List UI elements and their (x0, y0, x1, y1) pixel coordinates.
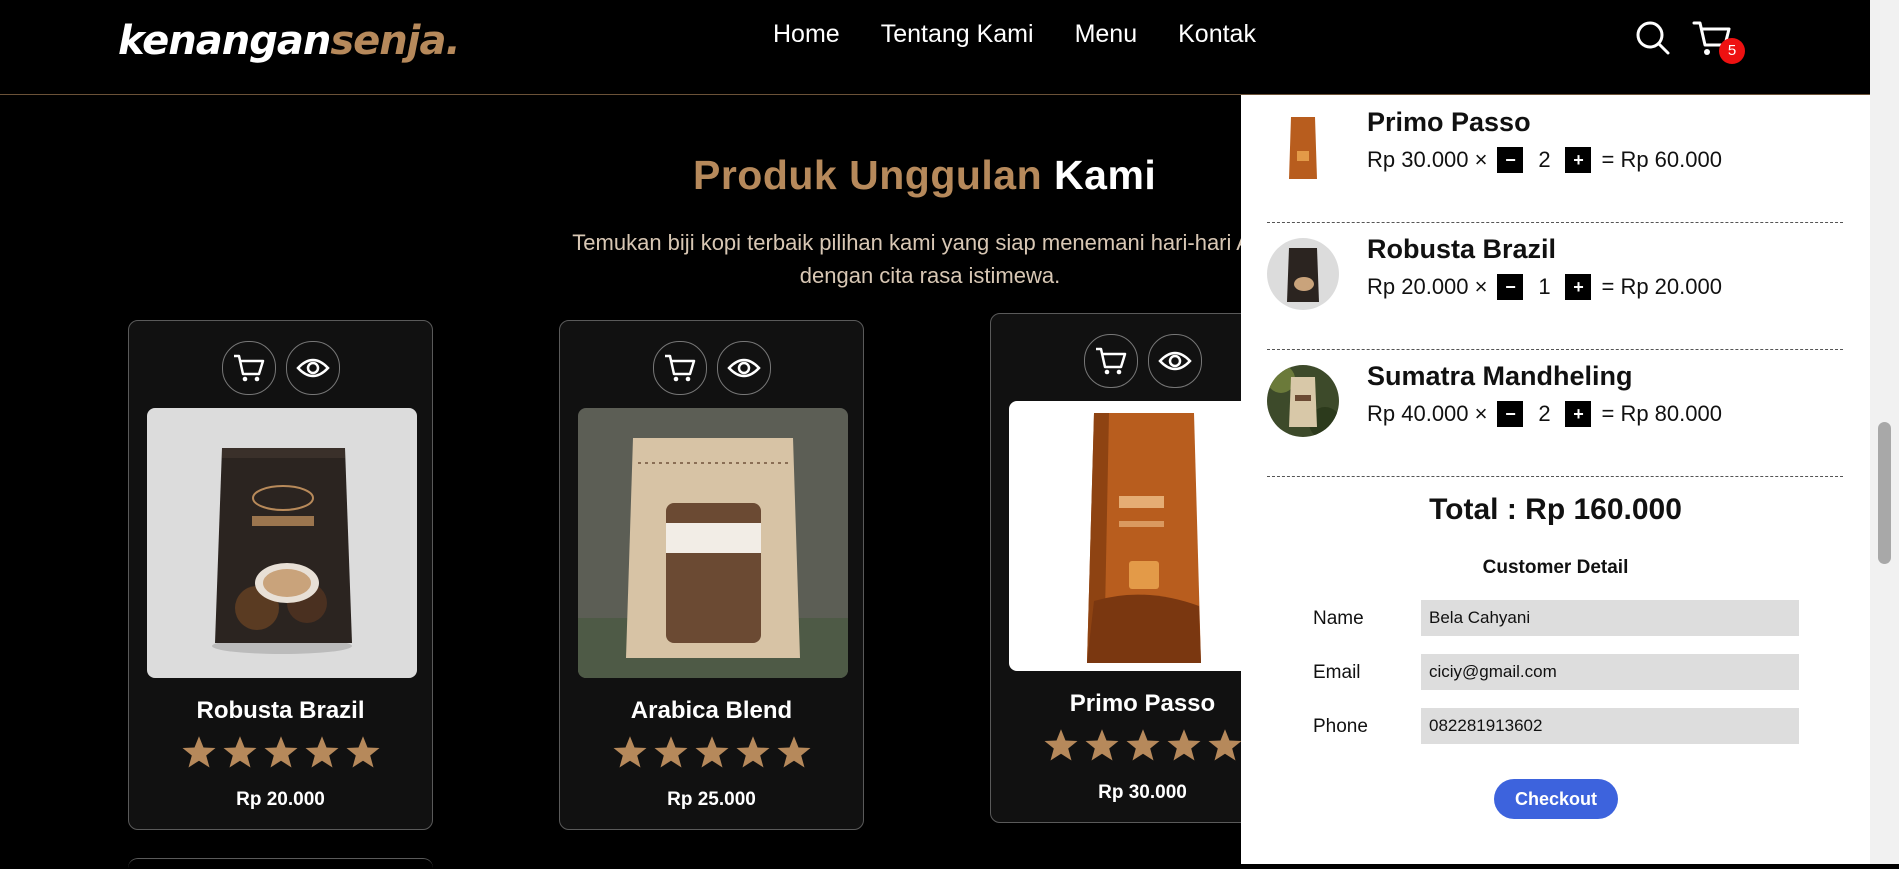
eye-icon (1157, 351, 1192, 371)
decrease-qty-button[interactable]: − (1497, 401, 1524, 427)
cart-item-unit-price: Rp 40.000 × (1367, 401, 1488, 426)
star-icon (1126, 729, 1159, 761)
increase-qty-button[interactable]: + (1565, 274, 1592, 300)
logo[interactable]: kenangansenja. (118, 18, 461, 64)
product-price: Rp 25.000 (667, 789, 756, 810)
email-label: Email (1313, 662, 1361, 683)
nav-kontak[interactable]: Kontak (1178, 20, 1256, 49)
decrease-qty-button[interactable]: − (1497, 274, 1524, 300)
eye-icon (726, 358, 761, 378)
cart-icon (233, 354, 264, 382)
search-icon[interactable] (1635, 20, 1671, 56)
cart-item-line: Rp 40.000 × − 2 + = Rp 80.000 (1367, 401, 1722, 427)
card-actions (560, 341, 863, 395)
star-icon (223, 736, 256, 768)
cart-item-line: Rp 20.000 × − 1 + = Rp 20.000 (1367, 274, 1722, 300)
cart-item-line: Rp 30.000 × − 2 + = Rp 60.000 (1367, 147, 1722, 173)
product-card: Arabica Blend Rp 25.000 (559, 320, 864, 830)
product-name: Robusta Brazil (196, 697, 365, 724)
site-header: kenangansenja. Home Tentang Kami Menu Ko… (0, 0, 1870, 95)
star-icon (1167, 729, 1200, 761)
section-subtitle: Temukan biji kopi terbaik pilihan kami y… (572, 230, 1288, 288)
rating-stars (129, 734, 432, 770)
star-icon (695, 736, 728, 768)
main-nav: Home Tentang Kami Menu Kontak (773, 20, 1256, 49)
nav-home[interactable]: Home (773, 20, 840, 49)
page-scrollbar[interactable] (1870, 0, 1899, 864)
card-actions (129, 341, 432, 395)
star-icon (736, 736, 769, 768)
increase-qty-button[interactable]: + (1565, 401, 1592, 427)
shopping-cart-panel: Primo Passo Rp 30.000 × − 2 + = Rp 60.00… (1241, 95, 1870, 864)
cart-item-qty: 1 (1538, 274, 1551, 299)
section-title-rest: Kami (1042, 152, 1157, 198)
name-field[interactable] (1421, 600, 1799, 636)
name-label: Name (1313, 608, 1364, 629)
cart-item-unit-price: Rp 20.000 × (1367, 274, 1488, 299)
add-to-cart-button[interactable] (652, 341, 707, 395)
star-icon (1044, 729, 1077, 761)
cart-item-subtotal: = Rp 80.000 (1601, 401, 1722, 426)
section-title-accent: Produk Unggulan (693, 152, 1043, 198)
cart-item-image (1267, 111, 1339, 183)
cart-icon (664, 354, 695, 382)
view-detail-button[interactable] (285, 341, 340, 395)
nav-tentang-kami[interactable]: Tentang Kami (881, 20, 1034, 49)
add-to-cart-button[interactable] (221, 341, 276, 395)
cart-item-unit-price: Rp 30.000 × (1367, 147, 1488, 172)
product-name: Arabica Blend (630, 697, 793, 724)
section-title: Produk Unggulan Kami (693, 152, 1156, 199)
star-icon (1208, 729, 1241, 761)
cart-item-name: Sumatra Mandheling (1367, 361, 1633, 391)
eye-icon (295, 358, 330, 378)
cart-item: Sumatra Mandheling Rp 40.000 × − 2 + = R… (1267, 349, 1843, 477)
product-image-primo-passo[interactable] (1009, 401, 1279, 671)
cart-item-qty: 2 (1538, 401, 1551, 426)
star-icon (182, 736, 215, 768)
nav-menu[interactable]: Menu (1075, 20, 1138, 49)
cart-item: Primo Passo Rp 30.000 × − 2 + = Rp 60.00… (1267, 95, 1843, 223)
cart-item-subtotal: = Rp 20.000 (1601, 274, 1722, 299)
view-detail-button[interactable] (1147, 334, 1202, 388)
view-detail-button[interactable] (716, 341, 771, 395)
star-icon (1085, 729, 1118, 761)
star-icon (346, 736, 379, 768)
product-card: Robusta Brazil Rp 20.000 (128, 320, 433, 830)
product-price: Rp 20.000 (236, 789, 325, 810)
customer-detail-title: Customer Detail (1482, 557, 1629, 578)
cart-item-image (1267, 238, 1339, 310)
cart-item-qty: 2 (1538, 147, 1551, 172)
star-icon (305, 736, 338, 768)
logo-text: kenangan (118, 18, 331, 64)
logo-accent-text: senja. (330, 18, 460, 64)
checkout-button[interactable]: Checkout (1494, 779, 1618, 819)
decrease-qty-button[interactable]: − (1497, 147, 1524, 173)
cart-item-name: Primo Passo (1367, 107, 1531, 137)
add-to-cart-button[interactable] (1083, 334, 1138, 388)
star-icon (264, 736, 297, 768)
cart-item-subtotal: = Rp 60.000 (1601, 147, 1722, 172)
product-image-arabica-blend[interactable] (578, 408, 848, 678)
phone-field[interactable] (1421, 708, 1799, 744)
cart-item: Robusta Brazil Rp 20.000 × − 1 + = Rp 20… (1267, 222, 1843, 350)
cart-item-image (1267, 365, 1339, 437)
cart-count-badge: 5 (1719, 38, 1745, 64)
email-field[interactable] (1421, 654, 1799, 690)
scrollbar-thumb[interactable] (1878, 422, 1891, 564)
rating-stars (560, 734, 863, 770)
star-icon (613, 736, 646, 768)
cart-icon (1095, 347, 1126, 375)
star-icon (654, 736, 687, 768)
cart-total: Total : Rp 160.000 (1429, 493, 1682, 526)
cart-item-name: Robusta Brazil (1367, 234, 1557, 264)
increase-qty-button[interactable]: + (1565, 147, 1592, 173)
phone-label: Phone (1313, 716, 1368, 737)
star-icon (777, 736, 810, 768)
product-image-robusta-brazil[interactable] (147, 408, 417, 678)
